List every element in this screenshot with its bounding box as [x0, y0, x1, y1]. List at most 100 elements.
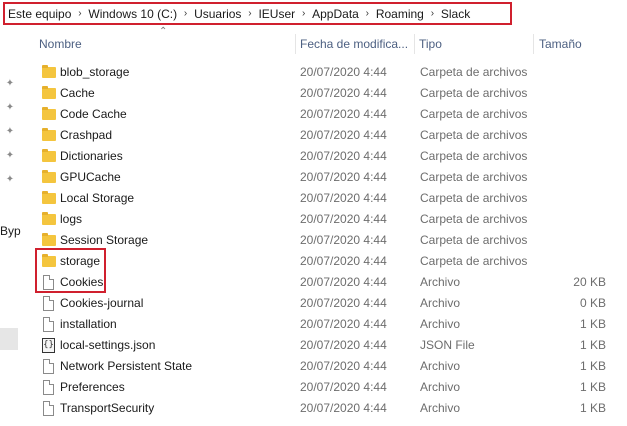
breadcrumb-item[interactable]: Este equipo: [8, 7, 71, 21]
file-type: JSON File: [420, 338, 475, 352]
file-icon: [43, 275, 54, 290]
file-type: Carpeta de archivos: [420, 86, 528, 100]
folder-icon: [42, 191, 56, 204]
column-header-name[interactable]: Nombre: [35, 33, 293, 55]
file-row[interactable]: blob_storage 20/07/2020 4:44 Carpeta de ar…: [0, 62, 627, 83]
file-type: Archivo: [420, 296, 461, 310]
file-name: Session Storage: [60, 233, 149, 247]
file-explorer: Este equipo › Windows 10 (C:) › Usuarios › IEU…: [0, 0, 627, 426]
file-date-modified: 20/07/2020 4:44: [300, 191, 387, 205]
file-size: 1 KB: [579, 359, 606, 373]
breadcrumb-item[interactable]: Usuarios: [194, 7, 241, 21]
json-file-icon: {}: [42, 338, 55, 353]
file-row[interactable]: Code Cache 20/07/2020 4:44 Carpeta de arch…: [0, 104, 627, 125]
file-row[interactable]: TransportSecurity 20/07/2020 4:44 Archivo 1…: [0, 398, 627, 419]
file-icon-cell: [42, 83, 56, 104]
column-divider[interactable]: [533, 34, 534, 54]
folder-icon: [42, 212, 56, 225]
file-type: Archivo: [420, 359, 461, 373]
folder-icon: [42, 254, 56, 267]
file-icon-cell: [42, 209, 56, 230]
file-icon-cell: [42, 272, 56, 293]
breadcrumb-chevron-icon[interactable]: ›: [359, 8, 376, 19]
file-date-modified: 20/07/2020 4:44: [300, 107, 387, 121]
file-icon: [43, 380, 54, 395]
breadcrumb-item[interactable]: AppData: [312, 7, 359, 21]
file-icon: [43, 317, 54, 332]
file-type: Carpeta de archivos: [420, 170, 528, 184]
file-row[interactable]: Cookies-journal 20/07/2020 4:44 Archivo 0 K…: [0, 293, 627, 314]
breadcrumb-chevron-icon[interactable]: ›: [424, 8, 441, 19]
file-row[interactable]: Preferences 20/07/2020 4:44 Archivo 1 KB: [0, 377, 627, 398]
file-date-modified: 20/07/2020 4:44: [300, 338, 387, 352]
address-bar[interactable]: Este equipo › Windows 10 (C:) › Usuarios › IEU…: [3, 2, 512, 25]
file-date-modified: 20/07/2020 4:44: [300, 149, 387, 163]
file-size: [540, 251, 606, 272]
file-row[interactable]: Local Storage 20/07/2020 4:44 Carpeta de a…: [0, 188, 627, 209]
file-icon: [43, 401, 54, 416]
file-row[interactable]: GPUCache 20/07/2020 4:44 Carpeta de archiv…: [0, 167, 627, 188]
file-type: Archivo: [420, 275, 461, 289]
column-header-size[interactable]: Tamaño: [535, 33, 615, 55]
file-row[interactable]: Cache 20/07/2020 4:44 Carpeta de archivos: [0, 83, 627, 104]
breadcrumb-chevron-icon[interactable]: ›: [177, 8, 194, 19]
file-icon-cell: [42, 188, 56, 209]
file-name: local-settings.json: [60, 338, 156, 352]
file-icon-cell: {}: [42, 335, 56, 356]
file-row[interactable]: {} local-settings.json 20/07/2020 4:44 JSON…: [0, 335, 627, 356]
file-date-modified: 20/07/2020 4:44: [300, 317, 387, 331]
file-icon-cell: [42, 293, 56, 314]
file-row[interactable]: storage 20/07/2020 4:44 Carpeta de archivo…: [0, 251, 627, 272]
breadcrumb-item[interactable]: Slack: [441, 7, 470, 21]
file-type: Archivo: [420, 317, 461, 331]
file-type: Archivo: [420, 380, 461, 394]
file-date-modified: 20/07/2020 4:44: [300, 170, 387, 184]
file-row[interactable]: Crashpad 20/07/2020 4:44 Carpeta de archiv…: [0, 125, 627, 146]
column-header-type[interactable]: Tipo: [415, 33, 532, 55]
file-type: Carpeta de archivos: [420, 233, 528, 247]
file-size: 1 KB: [579, 401, 606, 415]
breadcrumb-chevron-icon[interactable]: ›: [295, 8, 312, 19]
file-size: 1 KB: [579, 380, 606, 394]
file-row[interactable]: Session Storage 20/07/2020 4:44 Carpeta de…: [0, 230, 627, 251]
file-row[interactable]: Dictionaries 20/07/2020 4:44 Carpeta de ar…: [0, 146, 627, 167]
folder-icon: [42, 107, 56, 120]
column-header-date[interactable]: Fecha de modifica...: [296, 33, 413, 55]
file-size: [540, 230, 606, 251]
file-type: Carpeta de archivos: [420, 128, 528, 142]
file-icon-cell: [42, 167, 56, 188]
file-name: Network Persistent State: [60, 359, 193, 373]
file-size: 1 KB: [579, 317, 606, 331]
file-type: Carpeta de archivos: [420, 191, 528, 205]
file-icon: [43, 296, 54, 311]
breadcrumb-chevron-icon[interactable]: ›: [71, 8, 88, 19]
file-size: [540, 83, 606, 104]
file-icon-cell: [42, 125, 56, 146]
file-row[interactable]: Cookies 20/07/2020 4:44 Archivo 20 KB: [0, 272, 627, 293]
file-date-modified: 20/07/2020 4:44: [300, 128, 387, 142]
file-date-modified: 20/07/2020 4:44: [300, 380, 387, 394]
file-icon-cell: [42, 146, 56, 167]
folder-icon: [42, 233, 56, 246]
file-type: Carpeta de archivos: [420, 149, 528, 163]
file-name: Code Cache: [60, 107, 127, 121]
file-date-modified: 20/07/2020 4:44: [300, 86, 387, 100]
file-name: Preferences: [60, 380, 125, 394]
file-size: [540, 125, 606, 146]
file-name: Cookies: [60, 275, 104, 289]
file-icon-cell: [42, 314, 56, 335]
folder-icon: [42, 128, 56, 141]
file-date-modified: 20/07/2020 4:44: [300, 401, 387, 415]
breadcrumb-chevron-icon[interactable]: ›: [241, 8, 258, 19]
breadcrumb-item[interactable]: IEUser: [258, 7, 295, 21]
breadcrumb-item[interactable]: Roaming: [376, 7, 424, 21]
file-date-modified: 20/07/2020 4:44: [300, 65, 387, 79]
folder-icon: [42, 65, 56, 78]
file-name: installation: [60, 317, 117, 331]
file-row[interactable]: Network Persistent State 20/07/2020 4:44 A…: [0, 356, 627, 377]
file-row[interactable]: installation 20/07/2020 4:44 Archivo 1 KB: [0, 314, 627, 335]
file-row[interactable]: logs 20/07/2020 4:44 Carpeta de archivos: [0, 209, 627, 230]
breadcrumb-item[interactable]: Windows 10 (C:): [88, 7, 177, 21]
folder-icon: [42, 86, 56, 99]
file-date-modified: 20/07/2020 4:44: [300, 296, 387, 310]
